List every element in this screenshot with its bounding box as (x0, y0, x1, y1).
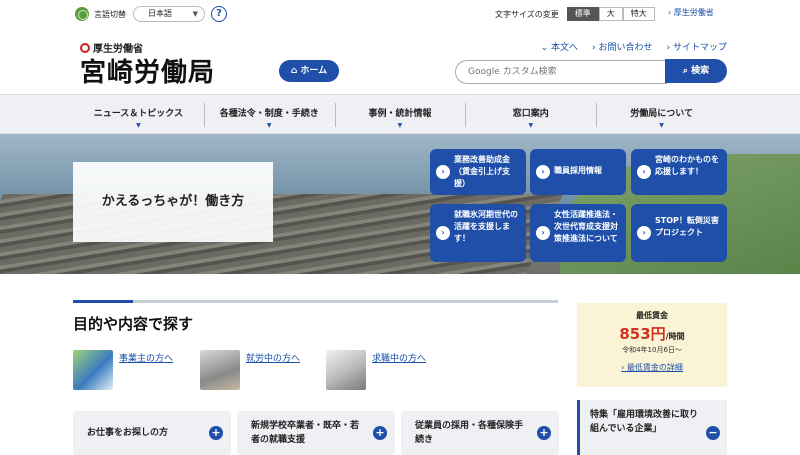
sitemap-link-label: サイトマップ (672, 43, 727, 53)
building-photo (73, 350, 113, 390)
card-label: 従業員の採用・各種保険手続き (415, 421, 524, 445)
nav-news[interactable]: ニュース＆トピックス ▼ (73, 95, 204, 135)
font-size-label: 文字サイズの変更 (495, 9, 559, 19)
minimum-wage-title: 最低賃金 (636, 311, 668, 320)
card-job-search[interactable]: お仕事をお探しの方 + (73, 411, 231, 455)
utility-bar: 言語切替 日本語 ▼ ? 文字サイズの変更 標準 大 特大 › 厚生労働省 (0, 0, 800, 30)
skip-link-label: 本文へ (551, 43, 579, 53)
ministry-link-label: 厚生労働省 (673, 8, 714, 17)
persona-employer[interactable]: 事業主の方へ (73, 350, 193, 390)
site-title[interactable]: 宮崎労働局 (80, 52, 215, 89)
font-size-large-button[interactable]: 大 (598, 7, 623, 21)
tile-label: 業務改善助成金（賃金引上げ支援） (454, 155, 510, 188)
arrow-right-icon: › (637, 226, 651, 240)
skip-to-content-link[interactable]: ⌄ 本文へ (541, 40, 578, 53)
section-divider (73, 300, 558, 303)
search-button-label: 検索 (691, 66, 710, 76)
minimum-wage-amount: 853円 (619, 325, 666, 343)
section-title: 目的や内容で探す (73, 315, 194, 333)
search-icon: ⌕ (682, 66, 688, 76)
card-label: 新規学校卒業者・既卒・若者の就職支援 (251, 421, 360, 445)
minimum-wage-unit: /時間 (665, 332, 685, 341)
language-select[interactable]: 日本語 ▼ (133, 6, 205, 22)
tile-label: STOP！転倒災害プロジェクト (655, 216, 719, 237)
persona-worker-label: 就労中の方へ (246, 354, 301, 364)
minimum-wage-link[interactable]: › 最低賃金の詳細 (621, 363, 683, 372)
font-size-switch: 文字サイズの変更 標準 大 特大 (495, 7, 655, 21)
minimum-wage-link-label: 最低賃金の詳細 (626, 363, 683, 372)
tile-business-improvement-grant[interactable]: › 業務改善助成金（賃金引上げ支援） (430, 149, 526, 195)
plus-icon: + (537, 426, 551, 440)
arrow-right-icon: › (436, 165, 450, 179)
minus-icon: − (706, 426, 720, 440)
plus-icon: + (373, 426, 387, 440)
nav-news-label: ニュース＆トピックス (93, 109, 184, 119)
hero-catchphrase: かえるっちゃが！働き方 (73, 162, 273, 242)
feature-label: 特集「雇用環境改善に取り組んでいる企業」 (590, 410, 699, 434)
document-photo (326, 350, 366, 390)
arrow-right-icon: › (436, 226, 450, 240)
language-label: 言語切替 (94, 9, 126, 19)
persona-jobseeker[interactable]: 求職中の方へ (326, 350, 446, 390)
tile-ice-age-generation[interactable]: › 就職氷河期世代の活躍を支援します！ (430, 204, 526, 262)
nav-offices-label: 窓口案内 (512, 109, 549, 119)
arrow-right-icon: › (637, 165, 651, 179)
persona-employer-label: 事業主の方へ (119, 354, 174, 364)
language-value: 日本語 (148, 9, 172, 18)
tile-label: 女性活躍推進法・次世代育成支援対策推進法について (554, 210, 618, 243)
home-label: ホーム (300, 66, 328, 76)
plus-icon: + (209, 426, 223, 440)
arrow-right-icon: › (536, 226, 550, 240)
tile-label: 就職氷河期世代の活躍を支援します！ (454, 210, 518, 243)
chevron-down-icon: ⌄ (540, 43, 552, 53)
minimum-wage-date: 令和4年10月6日～ (622, 346, 682, 354)
globe-icon (75, 7, 89, 21)
search-input[interactable] (455, 60, 667, 84)
card-employer-procedures[interactable]: 従業員の採用・各種保険手続き + (401, 411, 559, 455)
tile-recruitment[interactable]: › 職員採用情報 (530, 149, 626, 195)
chevron-down-icon: ▼ (192, 10, 198, 18)
tile-women-activity[interactable]: › 女性活躍推進法・次世代育成支援対策推進法について (530, 204, 626, 262)
top-links: ⌄ 本文へ › お問い合わせ › サイトマップ (541, 40, 727, 53)
chevron-down-icon: ▼ (659, 122, 664, 129)
nav-laws[interactable]: 各種法令・制度・手続き ▼ (203, 95, 335, 135)
tile-label: 職員採用情報 (554, 166, 602, 175)
home-button[interactable]: ⌂ ホーム (279, 60, 339, 82)
chevron-down-icon: ▼ (136, 122, 141, 129)
search-button[interactable]: ⌕ 検索 (665, 59, 727, 83)
home-icon: ⌂ (290, 66, 298, 76)
minimum-wage-box: 最低賃金 853円/時間 令和4年10月6日～ › 最低賃金の詳細 (577, 303, 727, 387)
nav-about-label: 労働局について (630, 109, 693, 119)
nav-about[interactable]: 労働局について ▼ (596, 95, 727, 135)
persona-worker[interactable]: 就労中の方へ (200, 350, 320, 390)
card-new-graduates[interactable]: 新規学校卒業者・既卒・若者の就職支援 + (237, 411, 395, 455)
persona-jobseeker-label: 求職中の方へ (372, 354, 427, 364)
font-size-xlarge-button[interactable]: 特大 (622, 7, 655, 21)
chevron-down-icon: ▼ (266, 122, 272, 129)
ministry-link[interactable]: › 厚生労働省 (668, 7, 714, 18)
language-switch: 言語切替 (75, 7, 126, 21)
contact-link[interactable]: › お問い合わせ (592, 40, 652, 53)
font-size-normal-button[interactable]: 標準 (566, 7, 599, 21)
sitemap-link[interactable]: › サイトマップ (667, 40, 727, 53)
chevron-right-icon: › (668, 8, 672, 17)
nav-offices[interactable]: 窓口案内 ▼ (465, 95, 596, 135)
tile-stop-falls[interactable]: › STOP！転倒災害プロジェクト (631, 204, 727, 262)
chevron-down-icon: ▼ (528, 122, 534, 129)
contact-link-label: お問い合わせ (598, 43, 653, 53)
feature-panel[interactable]: 特集「雇用環境改善に取り組んでいる企業」 − (577, 400, 727, 455)
nav-laws-label: 各種法令・制度・手続き (219, 109, 319, 119)
card-label: お仕事をお探しの方 (87, 428, 169, 438)
search-box: ⌕ 検索 (455, 59, 727, 84)
nav-statistics-label: 事例・統計情報 (368, 109, 432, 119)
help-button[interactable]: ? (211, 6, 227, 22)
global-nav: ニュース＆トピックス ▼ 各種法令・制度・手続き ▼ 事例・統計情報 ▼ 窓口案内 ▼ … (0, 94, 800, 134)
chevron-down-icon: ▼ (397, 122, 403, 129)
nav-statistics[interactable]: 事例・統計情報 ▼ (334, 95, 466, 135)
tile-youth-support[interactable]: › 宮崎のわかものを応援します！ (631, 149, 727, 195)
tile-label: 宮崎のわかものを応援します！ (655, 155, 719, 176)
keyboard-photo (200, 350, 240, 390)
arrow-right-icon: › (536, 165, 550, 179)
